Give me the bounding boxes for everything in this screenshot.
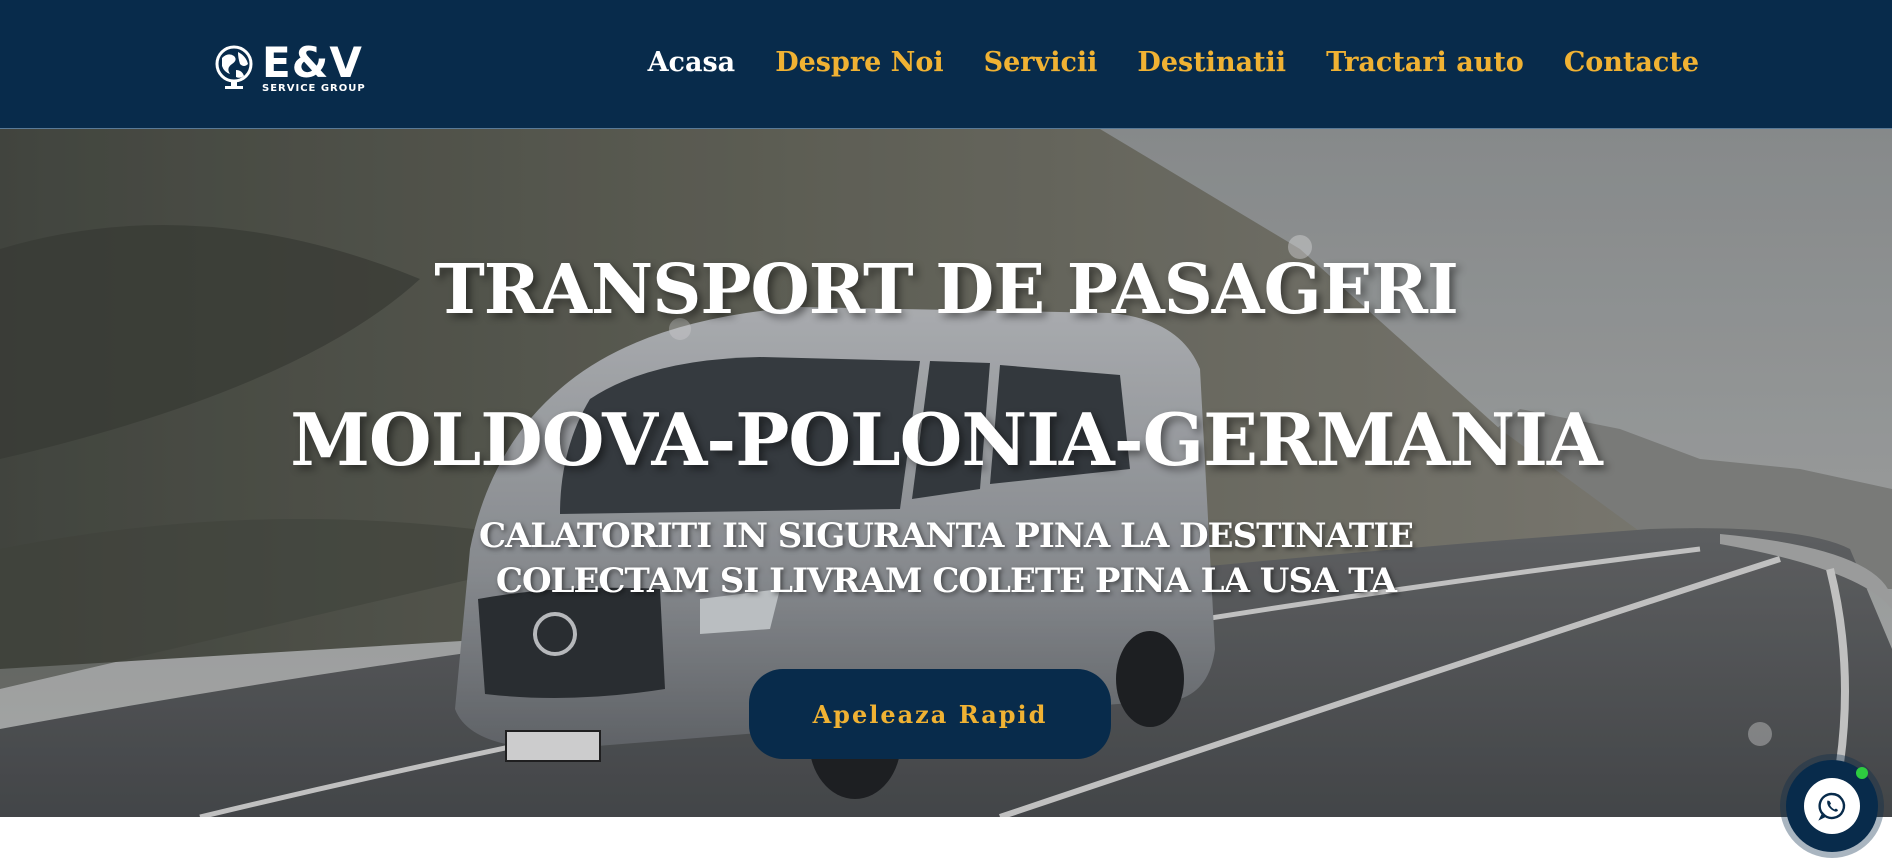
- site-logo[interactable]: E&V SERVICE GROUP: [214, 40, 374, 96]
- nav-contacte[interactable]: Contacte: [1564, 47, 1699, 78]
- logo-sub: SERVICE GROUP: [262, 83, 366, 94]
- logo-text: E&V SERVICE GROUP: [262, 42, 366, 94]
- hero-subtitle-line-1: CALATORITI IN SIGURANTA PINA LA DESTINAT…: [478, 516, 1414, 556]
- nav-destinatii[interactable]: Destinatii: [1137, 47, 1286, 78]
- hero-title-line-1: TRANSPORT DE PASAGERI: [434, 250, 1459, 330]
- logo-main: E&V: [262, 38, 363, 87]
- hero-section: TRANSPORT DE PASAGERI MOLDOVA-POLONIA-GE…: [0, 129, 1892, 817]
- whatsapp-icon-wrapper: [1804, 778, 1860, 834]
- page-below-hero: [0, 817, 1892, 861]
- call-now-button[interactable]: Apeleaza Rapid: [749, 669, 1111, 759]
- hero-subtitle-line-2: COLECTAM SI LIVRAM COLETE PINA LA USA TA: [495, 561, 1397, 601]
- globe-icon: [215, 45, 253, 89]
- site-header: E&V SERVICE GROUP Acasa Despre Noi Servi…: [0, 0, 1892, 129]
- online-status-dot: [1856, 767, 1868, 779]
- main-nav: Acasa Despre Noi Servicii Destinatii Tra…: [648, 47, 1699, 78]
- nav-servicii[interactable]: Servicii: [984, 47, 1098, 78]
- nav-tractari-auto[interactable]: Tractari auto: [1326, 47, 1524, 78]
- nav-acasa[interactable]: Acasa: [648, 47, 736, 78]
- hero-title-line-2: MOLDOVA-POLONIA-GERMANIA: [290, 397, 1603, 482]
- nav-despre-noi[interactable]: Despre Noi: [775, 47, 943, 78]
- whatsapp-icon: [1818, 792, 1846, 821]
